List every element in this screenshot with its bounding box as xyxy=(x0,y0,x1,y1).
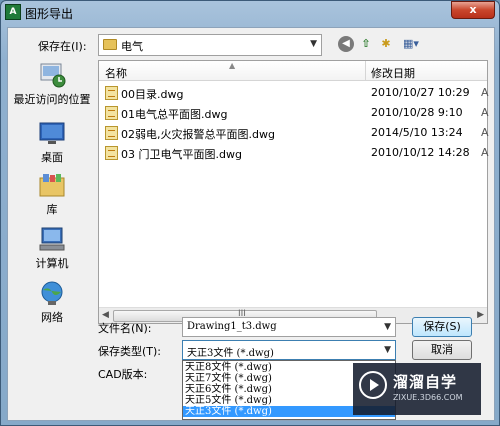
place-recent[interactable]: 最近访问的位置 xyxy=(8,62,96,107)
watermark-title: 溜溜自学 xyxy=(393,373,458,391)
chevron-down-icon[interactable]: ▼ xyxy=(384,322,391,332)
sort-up-icon: ▲ xyxy=(229,61,236,70)
place-library[interactable]: 库 xyxy=(8,172,96,217)
scroll-left-icon[interactable]: ◀ xyxy=(102,310,109,320)
save-in-label: 保存在(I): xyxy=(38,40,87,53)
up-folder-icon[interactable]: ⇧ xyxy=(358,36,374,52)
file-type-cut: A xyxy=(481,86,489,99)
save-in-combo[interactable]: 电气 ▼ xyxy=(98,34,322,56)
file-type-label: 保存类型(T): xyxy=(98,345,162,358)
file-name: 03 门卫电气平面图.dwg xyxy=(121,148,242,161)
file-name-value: Drawing1_t3.dwg xyxy=(187,321,277,332)
save-button[interactable]: 保存(S) xyxy=(412,317,472,337)
file-date: 2010/10/27 10:29 xyxy=(371,86,470,99)
file-type-cut: A xyxy=(481,146,489,159)
play-logo-icon xyxy=(359,371,387,399)
title-bar: A 图形导出 x xyxy=(1,1,499,23)
place-label: 最近访问的位置 xyxy=(13,93,91,106)
watermark: 溜溜自学 ZIXUE.3D66.COM xyxy=(353,363,481,415)
place-computer[interactable]: 计算机 xyxy=(8,226,96,271)
autocad-icon: A xyxy=(5,4,21,20)
computer-icon xyxy=(39,227,65,251)
recent-places-icon xyxy=(40,63,66,88)
file-name: 00目录.dwg xyxy=(121,88,184,101)
file-name: 01电气总平面图.dwg xyxy=(121,108,228,121)
file-type-select[interactable]: 天正3文件 (*.dwg) ▼ xyxy=(182,340,396,360)
file-type-cut: A xyxy=(481,106,489,119)
file-type-value: 天正3文件 (*.dwg) xyxy=(187,348,274,359)
file-name: 02弱电,火灾报警总平面图.dwg xyxy=(121,128,275,141)
file-row[interactable]: 03 门卫电气平面图.dwg 2010/10/12 14:28 A xyxy=(99,143,489,163)
save-in-value: 电气 xyxy=(121,40,143,53)
file-name-label: 文件名(N): xyxy=(98,322,152,335)
network-icon xyxy=(41,281,63,305)
place-label: 库 xyxy=(46,203,58,216)
dwg-file-icon xyxy=(105,106,118,120)
file-date: 2010/10/28 9:10 xyxy=(371,106,463,119)
watermark-url: ZIXUE.3D66.COM xyxy=(393,393,463,402)
views-menu-icon[interactable]: ▦▾ xyxy=(400,36,422,52)
cad-version-label: CAD版本: xyxy=(98,368,148,381)
library-icon xyxy=(39,174,65,197)
dwg-file-icon xyxy=(105,86,118,100)
place-label: 桌面 xyxy=(41,151,63,164)
close-button[interactable]: x xyxy=(451,1,495,19)
chevron-down-icon: ▼ xyxy=(310,39,317,49)
place-label: 计算机 xyxy=(35,257,69,270)
file-name-field[interactable]: Drawing1_t3.dwg ▼ xyxy=(182,317,396,337)
chevron-down-icon[interactable]: ▼ xyxy=(384,345,391,355)
file-row[interactable]: 02弱电,火灾报警总平面图.dwg 2014/5/10 13:24 A xyxy=(99,123,489,143)
file-row[interactable]: 00目录.dwg 2010/10/27 10:29 A xyxy=(99,83,489,103)
file-date: 2014/5/10 13:24 xyxy=(371,126,463,139)
cancel-button[interactable]: 取消 xyxy=(412,340,472,360)
file-list[interactable]: 名称 ▲ 修改日期 00目录.dwg 2010/10/27 10:29 A 01… xyxy=(98,60,489,324)
places-bar: 最近访问的位置 桌面 库 计算机 网络 xyxy=(8,62,96,372)
list-header: 名称 ▲ 修改日期 xyxy=(99,61,487,81)
export-dialog: A 图形导出 x 保存在(I): 电气 ▼ ◀ ⇧ ✱ ▦▾ 最近访问的位置 桌… xyxy=(0,0,500,426)
back-icon[interactable]: ◀ xyxy=(338,36,354,52)
file-row[interactable]: 01电气总平面图.dwg 2010/10/28 9:10 A xyxy=(99,103,489,123)
dwg-file-icon xyxy=(105,146,118,160)
column-name-header[interactable]: 名称 xyxy=(105,65,127,81)
file-type-cut: A xyxy=(481,126,489,139)
window-title: 图形导出 xyxy=(25,7,74,21)
file-date: 2010/10/12 14:28 xyxy=(371,146,470,159)
column-divider[interactable] xyxy=(365,61,366,81)
place-network[interactable]: 网络 xyxy=(8,280,96,325)
column-date-header[interactable]: 修改日期 xyxy=(371,65,415,81)
scroll-right-icon[interactable]: ▶ xyxy=(477,310,484,320)
dwg-file-icon xyxy=(105,126,118,140)
place-label: 网络 xyxy=(41,311,63,324)
desktop-icon xyxy=(39,122,65,144)
dialog-body: 保存在(I): 电气 ▼ ◀ ⇧ ✱ ▦▾ 最近访问的位置 桌面 库 计算机 网… xyxy=(7,27,495,421)
folder-icon xyxy=(103,39,117,50)
new-folder-icon[interactable]: ✱ xyxy=(378,36,394,52)
place-desktop[interactable]: 桌面 xyxy=(8,120,96,165)
